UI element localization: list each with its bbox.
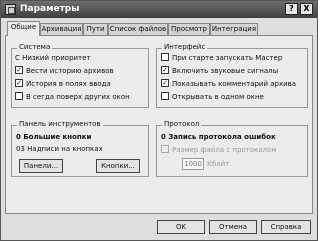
checkbox-label: Открывать в одном окне [172,93,264,101]
log-errors-value: 0 [161,133,166,141]
checkbox-disabled[interactable] [161,145,169,153]
log-errors-label: Запись протокола ошибок [168,133,276,141]
window-title: Параметры [20,4,80,14]
cancel-button[interactable]: Отмена [209,220,257,234]
big-buttons-option[interactable]: 0 Большие кнопки [16,132,91,142]
system-group: Система С Низкий приоритет ✓ Вести истори… [11,43,149,108]
start-wizard-checkbox[interactable]: При старте запускать Мастер [161,53,282,63]
checkbox-label: Включить звуковые сигналы [172,67,279,75]
tab-integration[interactable]: Интеграция [210,23,258,35]
tab-file-list[interactable]: Список файлов [108,23,168,35]
help-button[interactable]: Справка [261,220,311,234]
checkbox-unchecked[interactable] [161,53,169,61]
checkbox-label: История в полях ввода [26,80,111,88]
panels-button[interactable]: Панели... [19,159,63,173]
priority-value: С [15,54,20,62]
checkbox-unchecked[interactable] [15,92,23,100]
input-history-checkbox[interactable]: ✓ История в полях ввода [15,79,111,89]
app-icon [5,4,16,15]
button-labels-option[interactable]: 03 Надписи на кнопках [16,144,103,154]
button-labels-label: Надписи на кнопках [27,145,103,153]
settings-dialog: Параметры ? X Общие Архивация Пути Списо… [0,0,318,241]
button-labels-value: 03 [16,145,25,153]
protocol-group-title: Протокол [162,120,202,128]
protocol-group: Протокол 0 Запись протокола ошибок Разме… [156,120,308,177]
big-buttons-value: 0 [16,133,21,141]
close-title-button[interactable]: X [300,3,313,15]
checkbox-checked[interactable]: ✓ [161,79,169,87]
single-window-checkbox[interactable]: Открывать в одном окне [161,92,264,102]
checkbox-label: Размер файла с протоколом [172,146,277,154]
help-title-button[interactable]: ? [285,3,298,15]
log-size-input[interactable]: 1000 [182,158,204,170]
log-size-unit: Кбайт [207,160,230,168]
checkbox-label: В сегда поверх других окон [26,93,130,101]
toolbar-group-title: Панель инструментов [17,120,103,128]
checkbox-checked[interactable]: ✓ [15,66,23,74]
priority-label: Низкий приоритет [22,54,91,62]
checkbox-label: При старте запускать Мастер [172,54,283,62]
general-tab-panel: Система С Низкий приоритет ✓ Вести истори… [5,35,313,214]
tab-view[interactable]: Просмотр [168,23,210,35]
title-bar[interactable]: Параметры ? X [1,1,317,18]
interface-group: Интерфейс При старте запускать Мастер ✓ В… [156,43,308,108]
always-on-top-checkbox[interactable]: В сегда поверх других окон [15,92,130,102]
checkbox-unchecked[interactable] [161,92,169,100]
tab-archiving[interactable]: Архивация [40,23,83,35]
log-errors-checkbox[interactable]: 0 Запись протокола ошибок [161,132,276,142]
checkbox-label: Показывать комментарий архива [172,80,297,88]
toolbar-group: Панель инструментов 0 Большие кнопки 03 … [11,120,149,177]
checkbox-checked[interactable]: ✓ [161,66,169,74]
tab-bar: Общие Архивация Пути Список файлов Просм… [5,21,313,36]
big-buttons-label: Большие кнопки [23,133,92,141]
checkbox-label: Вести историю архивов [26,67,114,75]
tab-general[interactable]: Общие [7,21,40,36]
ok-button[interactable]: OK [157,220,205,234]
show-archive-comment-checkbox[interactable]: ✓ Показывать комментарий архива [161,79,296,89]
interface-group-title: Интерфейс [162,43,208,51]
sound-signals-checkbox[interactable]: ✓ Включить звуковые сигналы [161,66,278,76]
tab-paths[interactable]: Пути [83,23,108,35]
system-group-title: Система [17,43,53,51]
checkbox-checked[interactable]: ✓ [15,79,23,87]
priority-row[interactable]: С Низкий приоритет [15,53,91,63]
keep-archive-history-checkbox[interactable]: ✓ Вести историю архивов [15,66,114,76]
limit-size-checkbox[interactable]: Размер файла с протоколом [161,145,277,155]
buttons-button[interactable]: Кнопки... [96,159,140,173]
